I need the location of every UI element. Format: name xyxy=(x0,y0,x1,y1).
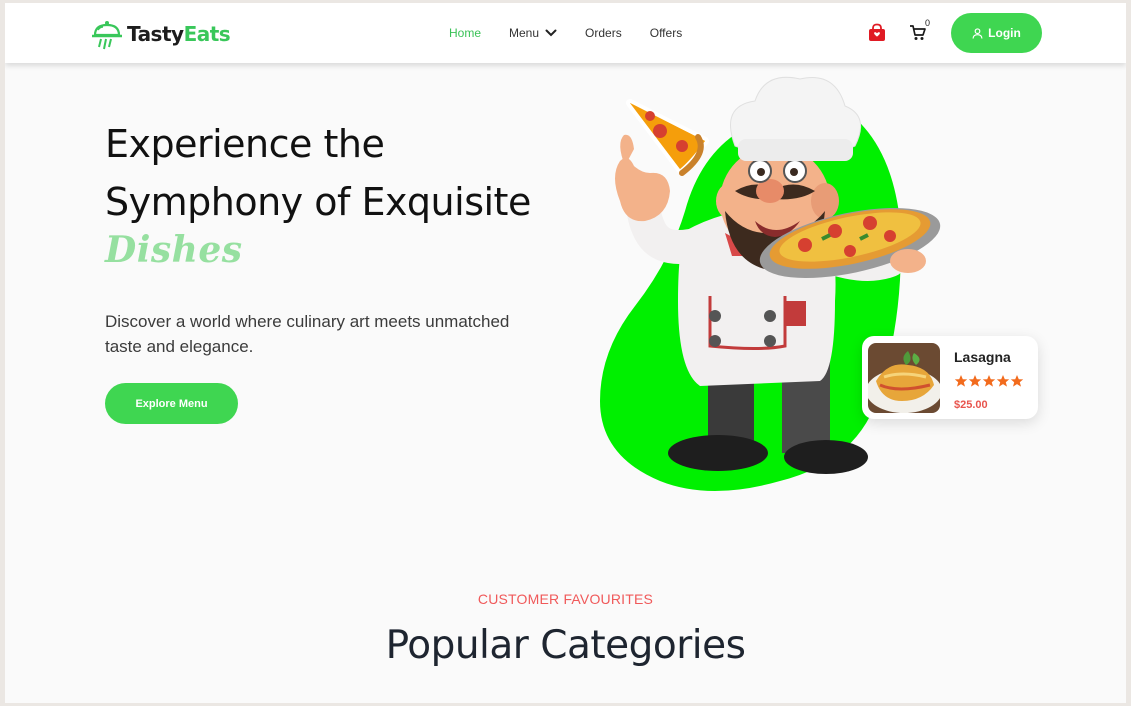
hero-description: Discover a world where culinary art meet… xyxy=(105,312,510,356)
shopping-bag-icon[interactable] xyxy=(867,23,887,43)
lasagna-image xyxy=(868,343,940,413)
user-icon xyxy=(972,27,983,39)
hero-title: Experience the Symphony of Exquisite xyxy=(105,115,565,231)
hero-title-line2: Symphony of Exquisite xyxy=(105,180,531,224)
brand-name-part1: Tasty xyxy=(127,22,184,46)
chef-illustration xyxy=(600,76,941,492)
pizza-slice-graphic xyxy=(626,99,709,176)
brand-name-part2: Eats xyxy=(183,22,231,46)
chevron-down-icon xyxy=(545,29,557,37)
featured-dish-card[interactable]: Lasagna $25.00 xyxy=(862,336,1038,419)
hero-title-line1: Experience the xyxy=(105,122,385,166)
star-icon xyxy=(996,375,1010,387)
explore-menu-button[interactable]: Explore Menu xyxy=(105,383,238,424)
star-icon xyxy=(968,375,982,387)
section-title: Popular Categories xyxy=(385,623,746,668)
dish-name: Lasagna xyxy=(954,349,1011,365)
brand-logo[interactable]: TastyEats xyxy=(89,17,231,51)
nav-menu-label: Menu xyxy=(509,26,540,40)
star-icon xyxy=(982,375,996,387)
dish-price: $25.00 xyxy=(954,399,988,411)
login-label: Login xyxy=(988,26,1021,40)
nav-orders[interactable]: Orders xyxy=(585,26,622,40)
page-frame: TastyEats Home Menu Orders Offers 0 Logi… xyxy=(5,3,1126,703)
main-nav: Home Menu Orders Offers xyxy=(449,3,710,63)
cloche-logo-icon xyxy=(92,21,122,50)
login-button[interactable]: Login xyxy=(951,13,1042,53)
nav-offers[interactable]: Offers xyxy=(650,26,682,40)
nav-menu[interactable]: Menu xyxy=(509,26,557,40)
nav-home[interactable]: Home xyxy=(449,26,481,40)
hero-title-accent: Dishes xyxy=(105,229,243,271)
cart-count-badge: 0 xyxy=(925,18,931,28)
section-eyebrow: CUSTOMER FAVOURITES xyxy=(477,591,654,607)
dish-rating xyxy=(954,374,1024,388)
navbar: TastyEats Home Menu Orders Offers 0 Logi… xyxy=(5,3,1126,63)
star-icon xyxy=(954,375,968,387)
star-icon xyxy=(1010,375,1024,387)
